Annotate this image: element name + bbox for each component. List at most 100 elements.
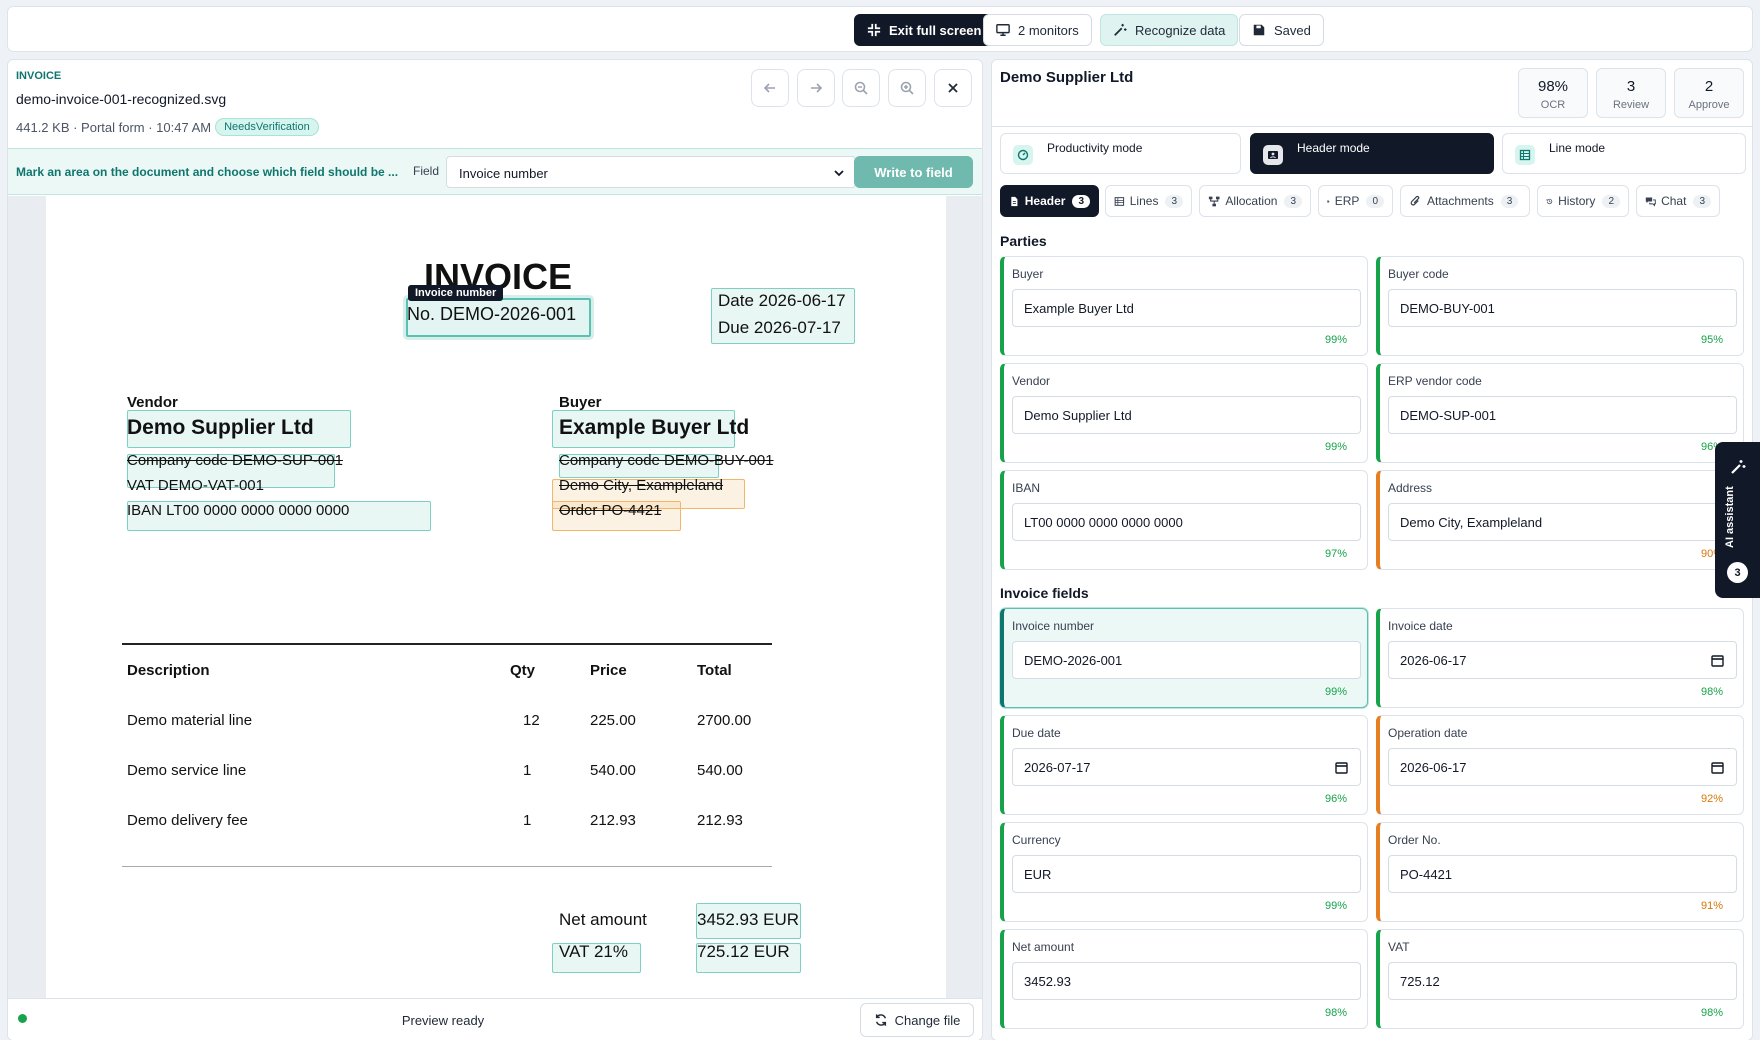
zoom-out-button[interactable] — [842, 69, 880, 107]
vendor-vat-text: VAT DEMO-VAT-001 — [127, 477, 264, 494]
document-panel: INVOICE demo-invoice-001-recognized.svg … — [7, 59, 983, 1040]
productivity-mode-label: Productivity mode — [1047, 141, 1143, 155]
row-2-price: 540.00 — [590, 762, 636, 779]
field-input-buyer-code[interactable]: DEMO-BUY-001 — [1388, 289, 1737, 327]
calendar-icon[interactable] — [1711, 761, 1724, 774]
header-mode-label: Header mode — [1297, 141, 1370, 155]
recognize-data-button[interactable]: Recognize data — [1100, 14, 1239, 46]
col-price: Price — [590, 662, 627, 679]
tab-attachments[interactable]: Attachments 3 — [1400, 185, 1530, 217]
row-1-total: 2700.00 — [697, 712, 752, 729]
field-input-vat[interactable]: 725.12 — [1388, 962, 1737, 1000]
row-1-description: Demo material line — [127, 712, 253, 729]
tab-header[interactable]: Header 3 — [1000, 185, 1099, 217]
stat-review-label: Review — [1612, 99, 1650, 111]
col-description: Description — [127, 662, 210, 679]
ai-assistant-tab[interactable]: AI assistant 3 — [1715, 442, 1760, 598]
field-input-address[interactable]: Demo City, Exampleland — [1388, 503, 1737, 541]
field-select[interactable]: Invoice number — [446, 156, 856, 188]
invoice-number-text: No. DEMO-2026-001 — [407, 304, 577, 324]
paperclip-icon — [1410, 195, 1420, 205]
document-viewer[interactable]: INVOICE Invoice number No. DEMO-2026-001… — [8, 196, 982, 998]
buyer-order-text: Order PO-4421 — [559, 502, 662, 519]
field-card-vendor: Vendor Demo Supplier Ltd 99% — [1000, 363, 1368, 463]
vendor-heading: Vendor — [127, 394, 178, 411]
zoom-in-icon — [900, 81, 914, 95]
line-mode-button[interactable]: Line mode — [1502, 133, 1746, 174]
field-label-vendor: Vendor — [1012, 374, 1051, 388]
operation-date-value: 2026-06-17 — [1400, 760, 1467, 775]
stat-ocr-value: 98% — [1537, 78, 1569, 95]
field-card-erp-vendor-code: ERP vendor code DEMO-SUP-001 96% — [1376, 363, 1744, 463]
productivity-mode-button[interactable]: Productivity mode — [1000, 133, 1241, 174]
saved-label: Saved — [1274, 22, 1311, 38]
field-label-operation-date: Operation date — [1388, 726, 1468, 740]
calendar-icon[interactable] — [1335, 761, 1348, 774]
confidence-invoice-number: 99% — [1324, 686, 1347, 698]
confidence-iban: 97% — [1324, 548, 1347, 560]
field-label-buyer: Buyer — [1012, 267, 1044, 281]
field-input-operation-date[interactable]: 2026-06-17 — [1388, 748, 1737, 786]
field-input-order-no[interactable]: PO-4421 — [1388, 855, 1737, 893]
preview-status: Preview ready — [401, 1013, 485, 1028]
gauge-icon — [1013, 145, 1033, 165]
tab-erp[interactable]: ERP 0 — [1318, 185, 1393, 217]
tab-allocation[interactable]: Allocation 3 — [1199, 185, 1311, 217]
list-icon — [1515, 145, 1535, 165]
region-tag: Invoice number — [408, 285, 504, 301]
save-icon — [1253, 24, 1265, 36]
monitors-button[interactable]: 2 monitors — [983, 14, 1092, 46]
write-to-field-button[interactable]: Write to field — [854, 156, 973, 188]
previous-button[interactable] — [751, 69, 789, 107]
tab-erp-count: 0 — [1366, 194, 1384, 208]
field-input-due-date[interactable]: 2026-07-17 — [1012, 748, 1361, 786]
field-label-currency: Currency — [1012, 833, 1061, 847]
field-label: Field — [413, 164, 440, 178]
tab-history-label: History — [1558, 194, 1596, 208]
field-input-invoice-date[interactable]: 2026-06-17 — [1388, 641, 1737, 679]
field-label-invoice-number: Invoice number — [1012, 619, 1095, 633]
saved-button[interactable]: Saved — [1239, 14, 1324, 46]
zoom-in-button[interactable] — [888, 69, 926, 107]
mark-area-bar: Mark an area on the document and choose … — [8, 148, 982, 195]
confidence-buyer: 99% — [1324, 334, 1347, 346]
confidence-currency: 99% — [1324, 900, 1347, 912]
next-button[interactable] — [797, 69, 835, 107]
status-badge: NeedsVerification — [215, 118, 319, 136]
field-input-invoice-number[interactable]: DEMO-2026-001 — [1012, 641, 1361, 679]
change-file-button[interactable]: Change file — [860, 1003, 974, 1037]
calendar-icon[interactable] — [1711, 654, 1724, 667]
field-input-net-amount[interactable]: 3452.93 — [1012, 962, 1361, 1000]
field-label-invoice-date: Invoice date — [1388, 619, 1453, 633]
tab-lines[interactable]: Lines 3 — [1105, 185, 1192, 217]
invoice-page: INVOICE Invoice number No. DEMO-2026-001… — [46, 196, 946, 998]
arrow-right-icon — [811, 83, 823, 93]
field-input-buyer[interactable]: Example Buyer Ltd — [1012, 289, 1361, 327]
tab-header-label: Header — [1024, 194, 1066, 208]
history-icon — [1546, 198, 1553, 204]
mark-instruction: Mark an area on the document and choose … — [16, 165, 399, 179]
header-mode-button[interactable]: Header mode — [1250, 133, 1494, 174]
document-footer: Preview ready Change file — [8, 998, 982, 1040]
tab-history[interactable]: History 2 — [1537, 185, 1629, 217]
monitors-label: 2 monitors — [1018, 22, 1079, 38]
field-input-iban[interactable]: LT00 0000 0000 0000 0000 — [1012, 503, 1361, 541]
stat-ocr-label: OCR — [1540, 99, 1566, 111]
close-button[interactable] — [934, 69, 972, 107]
vendor-code-text: Company code DEMO-SUP-001 — [127, 452, 343, 469]
exit-fullscreen-button[interactable]: Exit full screen — [854, 14, 995, 46]
field-input-vendor[interactable]: Demo Supplier Ltd — [1012, 396, 1361, 434]
tab-chat-count: 3 — [1693, 194, 1711, 208]
tab-chat[interactable]: Chat 3 — [1636, 185, 1720, 217]
ai-assistant-label: AI assistant — [1724, 486, 1736, 548]
tab-header-count: 3 — [1072, 194, 1090, 208]
stat-approve-value: 2 — [1704, 78, 1714, 95]
tab-history-count: 2 — [1602, 194, 1620, 208]
field-label-erp-vendor-code: ERP vendor code — [1388, 374, 1482, 388]
field-input-erp-vendor-code[interactable]: DEMO-SUP-001 — [1388, 396, 1737, 434]
field-label-iban: IBAN — [1012, 481, 1041, 495]
file-export-icon — [1327, 199, 1330, 203]
field-input-currency[interactable]: EUR — [1012, 855, 1361, 893]
field-label-vat: VAT — [1388, 940, 1410, 954]
row-3-qty: 1 — [523, 812, 532, 829]
